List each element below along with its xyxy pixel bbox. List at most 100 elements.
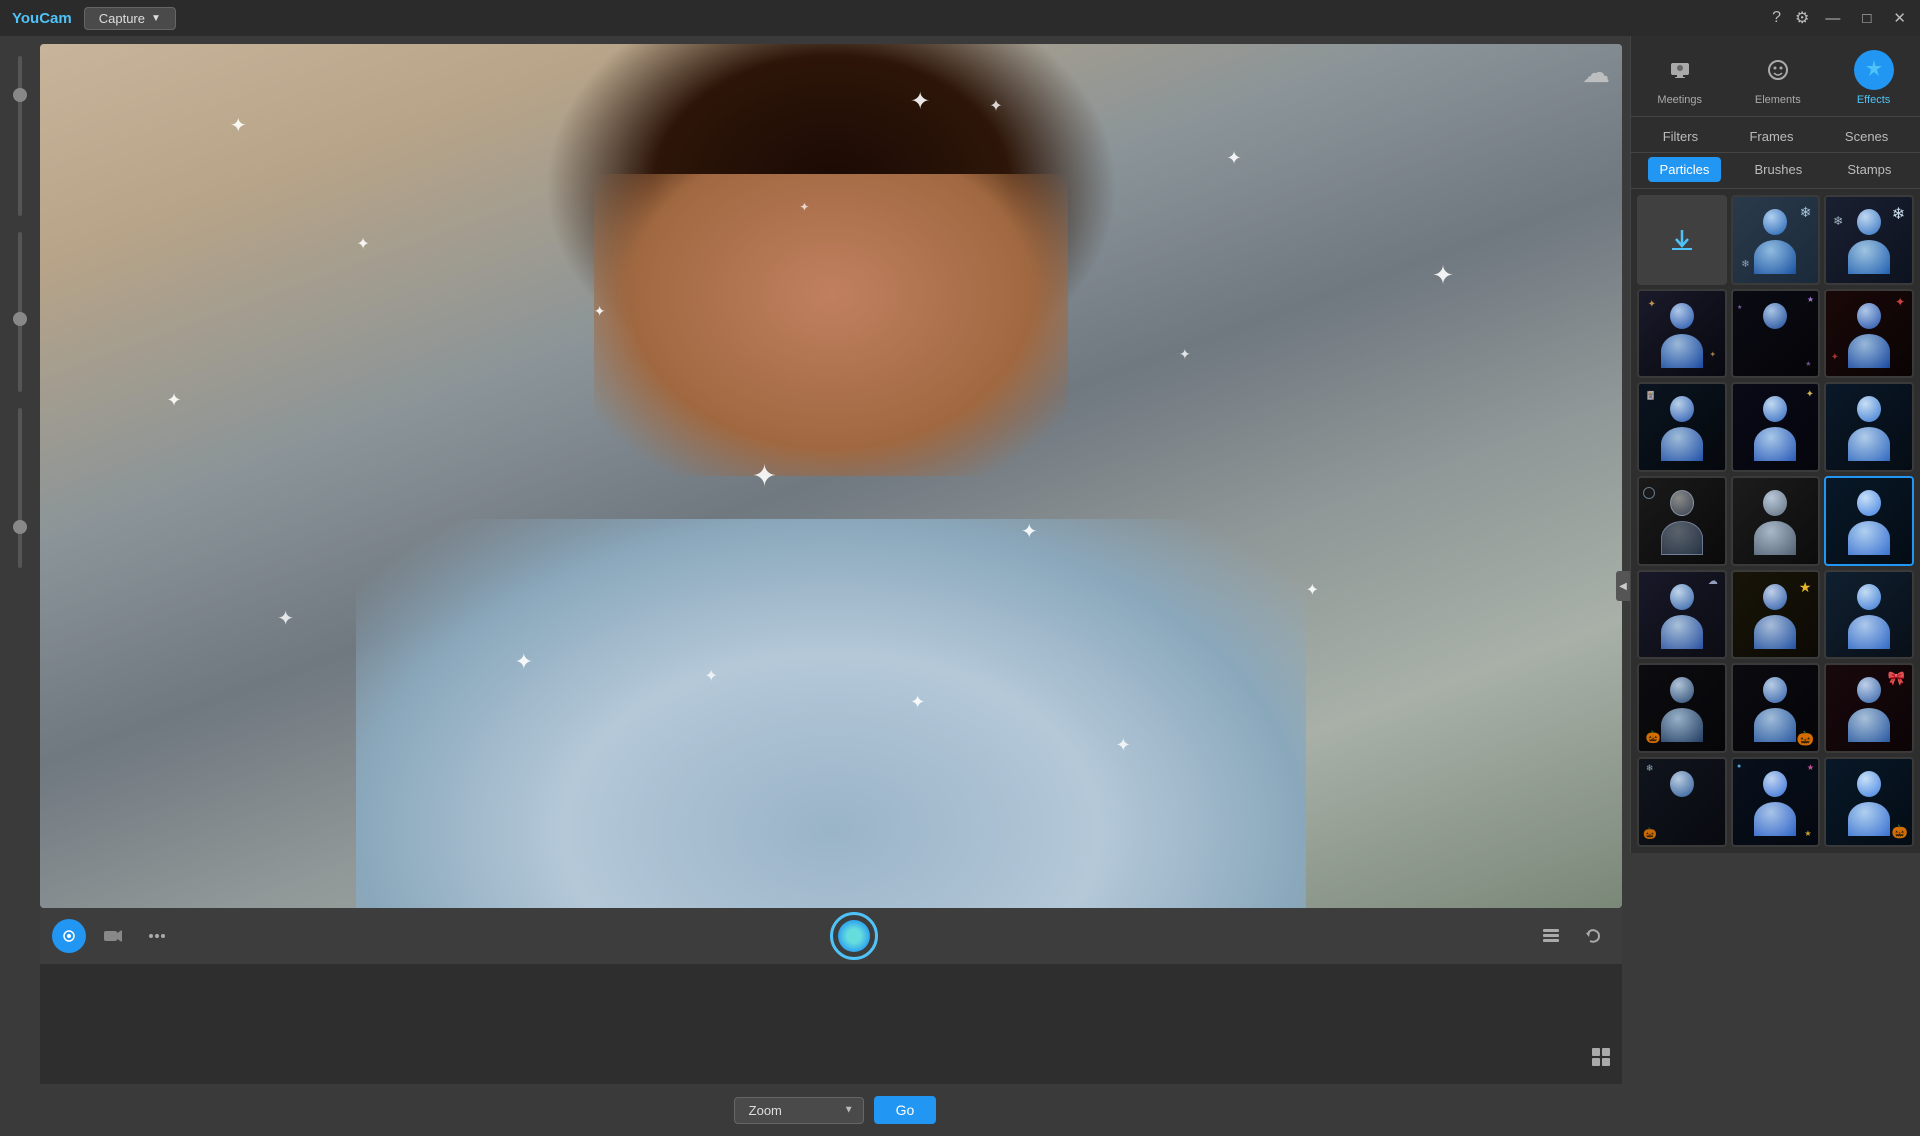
effects-icon xyxy=(1854,50,1894,90)
effect-thumb-4: ★ ★ ★ xyxy=(1733,291,1819,377)
tab-scenes[interactable]: Scenes xyxy=(1835,125,1898,148)
effect-bubble-cloud[interactable]: ☁ xyxy=(1637,570,1727,660)
close-button[interactable]: ✕ xyxy=(1887,7,1912,29)
effect-bubble-blue-pumpkin[interactable]: 🎃 xyxy=(1824,757,1914,847)
subtabs-row: Particles Brushes Stamps xyxy=(1631,153,1920,189)
sparkle-extra-2: ✦ xyxy=(1179,346,1191,363)
effect-thumb-10 xyxy=(1733,478,1819,564)
effect-bubble-gray[interactable] xyxy=(1731,476,1821,566)
layers-icon xyxy=(1540,925,1562,947)
effect-thumb-18: 🎃 ❄ xyxy=(1639,759,1725,845)
toolbar-right xyxy=(1534,919,1610,953)
effect-bubble-sparkle[interactable]: ✦ xyxy=(1731,382,1821,472)
photo-button[interactable] xyxy=(52,919,86,953)
effect-thumb-16: 🎃 xyxy=(1733,665,1819,751)
video-button[interactable] xyxy=(96,919,130,953)
slider-thumb-3[interactable] xyxy=(13,520,27,534)
effect-snow-blue[interactable]: ❄ ❄ xyxy=(1731,195,1821,285)
settings-icon[interactable]: ⚙ xyxy=(1791,4,1813,32)
camera-icon xyxy=(58,925,80,947)
effect-bubble-candy[interactable]: ★ ● ★ xyxy=(1731,757,1821,847)
effect-snowflake[interactable]: ❄ ❄ xyxy=(1824,195,1914,285)
title-bar: YouCam Capture ▼ ? ⚙ — □ ✕ xyxy=(0,0,1920,36)
effect-thumb-5: ✦ ✦ xyxy=(1826,291,1912,377)
effect-bubble-stars[interactable]: ★ ★ ★ xyxy=(1731,289,1821,379)
effect-bubble-blue3[interactable] xyxy=(1824,570,1914,660)
subtab-stamps[interactable]: Stamps xyxy=(1835,157,1903,182)
elements-label: Elements xyxy=(1755,94,1801,106)
maximize-button[interactable]: □ xyxy=(1856,8,1877,29)
effects-grid: ❄ ❄ ❄ ❄ xyxy=(1631,189,1920,853)
subtab-particles[interactable]: Particles xyxy=(1648,157,1722,182)
effect-bubble-pumpkin[interactable]: 🎃 xyxy=(1731,663,1821,753)
effect-thumb-1: ❄ ❄ xyxy=(1733,197,1819,283)
effect-bubble-lens[interactable] xyxy=(1637,476,1727,566)
slider-track-1[interactable] xyxy=(18,56,22,216)
slider-thumb-2[interactable] xyxy=(13,312,27,326)
go-button[interactable]: Go xyxy=(874,1096,937,1124)
gallery-area xyxy=(40,964,1622,1084)
effect-thumb-3: ✦ ✦ xyxy=(1639,291,1725,377)
effect-bubble-star[interactable]: ★ xyxy=(1731,570,1821,660)
effect-bubble-dark2[interactable]: 🎃 xyxy=(1637,663,1727,753)
nav-elements[interactable]: Elements xyxy=(1745,46,1811,110)
effect-thumb-6: 🃏 xyxy=(1639,384,1725,470)
effect-thumb-14 xyxy=(1826,572,1912,658)
app-name: YouCam xyxy=(12,10,72,27)
effect-thumb-2: ❄ ❄ xyxy=(1826,197,1912,283)
more-button[interactable] xyxy=(140,919,174,953)
bottom-bar: Zoom 50% 75% 100% 150% 200% ▼ Go xyxy=(40,1084,1630,1136)
effect-thumb-17: 🎀 xyxy=(1826,665,1912,751)
subtab-brushes[interactable]: Brushes xyxy=(1743,157,1815,182)
sparkle-extra-4: ✦ xyxy=(277,606,294,631)
face-overlay xyxy=(594,174,1069,476)
effect-bubble-cards[interactable]: 🃏 xyxy=(1637,382,1727,472)
effect-bubble-pink-ribbon[interactable]: 🎀 xyxy=(1824,663,1914,753)
cloud-upload-icon[interactable]: ☁ xyxy=(1582,56,1610,89)
grid-icon xyxy=(1590,1046,1612,1068)
help-icon[interactable]: ? xyxy=(1768,5,1785,31)
effect-thumb-20: 🎃 xyxy=(1826,759,1912,845)
toolbar xyxy=(40,908,1622,964)
effect-download[interactable] xyxy=(1637,195,1727,285)
nav-effects[interactable]: Effects xyxy=(1844,46,1904,110)
tab-filters[interactable]: Filters xyxy=(1653,125,1708,148)
sparkle-extra-1: ✦ xyxy=(989,96,1002,116)
zoom-wrapper: Zoom 50% 75% 100% 150% 200% ▼ xyxy=(734,1097,864,1124)
sparkle-extra-5: ✦ xyxy=(704,666,717,686)
effect-bubble-snow-pumpkin[interactable]: 🎃 ❄ xyxy=(1637,757,1727,847)
capture-button[interactable] xyxy=(830,912,878,960)
effect-bubble-dark[interactable]: ✦ ✦ xyxy=(1637,289,1727,379)
undo-icon xyxy=(1582,925,1604,947)
effect-thumb-13: ★ xyxy=(1733,572,1819,658)
sparkle-extra-6: ✦ xyxy=(1116,735,1131,756)
effect-bubble-selected[interactable] xyxy=(1824,476,1914,566)
effect-bubble-blue2[interactable] xyxy=(1824,382,1914,472)
tab-frames[interactable]: Frames xyxy=(1739,125,1803,148)
undo-button[interactable] xyxy=(1576,919,1610,953)
main-layout: ✦ ✦ ✦ ✦ ✦ ✦ ✦ ✦ ✦ ✦ ✦ ✦ ✦ ✦ ✦ ✦ ✦ ✦ ☁ xyxy=(0,36,1920,1136)
download-icon xyxy=(1668,226,1696,254)
effect-thumb-12: ☁ xyxy=(1639,572,1725,658)
layers-button[interactable] xyxy=(1534,919,1568,953)
right-panel-wrapper: ◀ Meetings xyxy=(1630,36,1920,1136)
body-overlay xyxy=(356,519,1305,908)
zoom-select[interactable]: Zoom 50% 75% 100% 150% 200% xyxy=(734,1097,864,1124)
collapse-panel-button[interactable]: ◀ xyxy=(1616,571,1630,601)
effect-thumb-8 xyxy=(1826,384,1912,470)
gallery-grid-button[interactable] xyxy=(1590,1046,1612,1074)
slider-track-2[interactable] xyxy=(18,232,22,392)
meetings-label: Meetings xyxy=(1657,94,1702,106)
effect-bubble-red[interactable]: ✦ ✦ xyxy=(1824,289,1914,379)
titlebar-icons: ? ⚙ — □ ✕ xyxy=(1768,4,1912,32)
video-feed: ✦ ✦ ✦ ✦ ✦ ✦ ✦ ✦ ✦ ✦ ✦ ✦ ✦ ✦ ✦ ✦ ✦ ✦ ☁ xyxy=(40,44,1622,908)
tabs-row: Filters Frames Scenes xyxy=(1631,117,1920,153)
effect-thumb-11 xyxy=(1826,478,1912,564)
effects-label: Effects xyxy=(1857,94,1890,106)
capture-dropdown[interactable]: Capture ▼ xyxy=(84,7,176,30)
minimize-button[interactable]: — xyxy=(1819,8,1846,29)
video-icon xyxy=(102,925,124,947)
slider-track-3[interactable] xyxy=(18,408,22,568)
nav-meetings[interactable]: Meetings xyxy=(1647,46,1712,110)
slider-thumb-1[interactable] xyxy=(13,88,27,102)
